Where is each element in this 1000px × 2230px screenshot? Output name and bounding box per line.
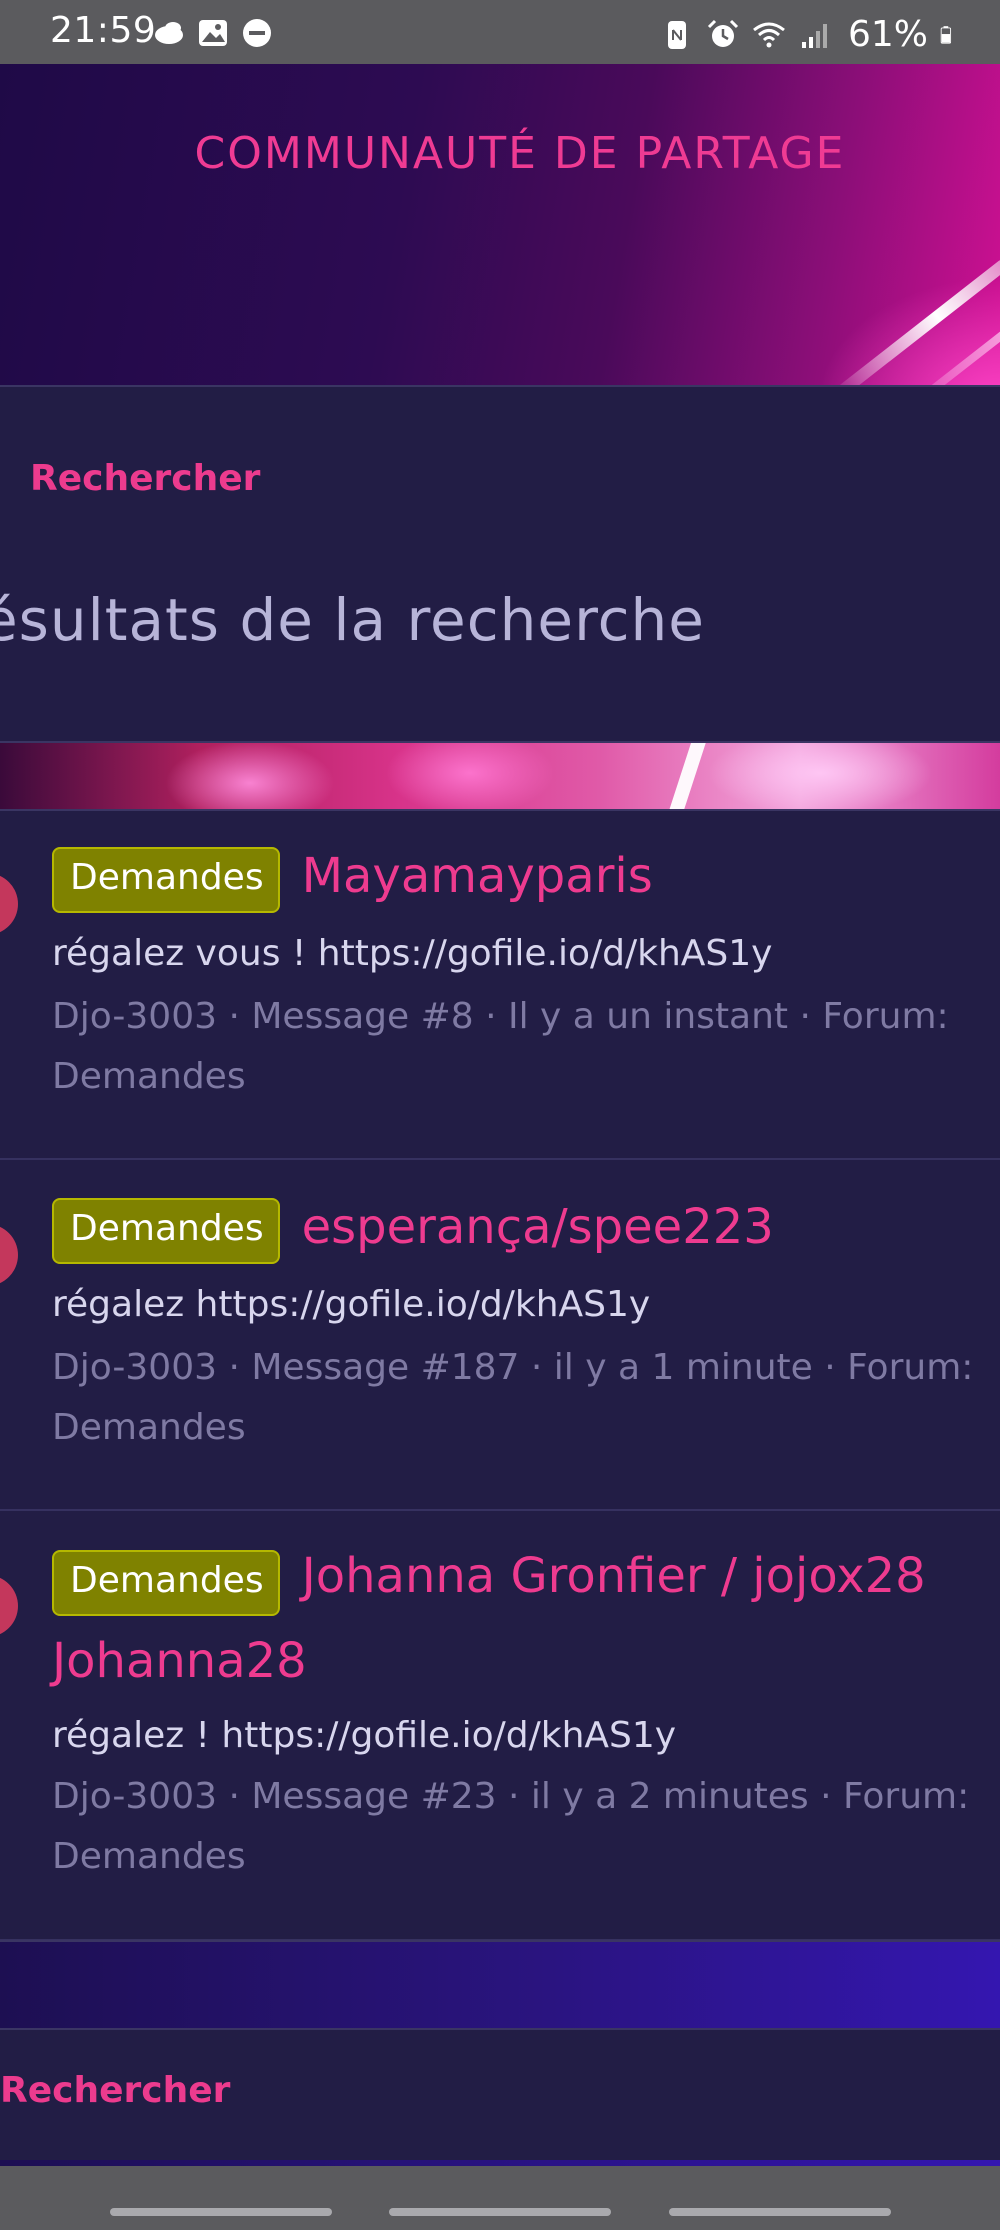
decorative-streak	[829, 257, 1000, 386]
status-time: 21:59	[50, 10, 157, 51]
result-title-continued[interactable]: Johanna28	[52, 1634, 1000, 1688]
decorative-shine	[666, 743, 708, 809]
result-title[interactable]: esperança/spee223	[302, 1200, 774, 1254]
forum-badge[interactable]: Demandes	[52, 847, 280, 913]
result-meta: Djo-3003 · Message #8 · Il y a un instan…	[52, 987, 1000, 1107]
status-bar: 21:59 61%	[0, 0, 1000, 64]
battery-percent: 61%	[847, 14, 928, 55]
header-banner: COMMUNAUTÉ DE PARTAGE	[0, 64, 1000, 386]
result-title[interactable]: Johanna Gronfier / jojox28	[302, 1548, 926, 1604]
signal-icon	[801, 23, 827, 48]
avatar[interactable]	[0, 1575, 18, 1637]
site-title[interactable]: COMMUNAUTÉ DE PARTAGE	[0, 128, 1000, 179]
meta-forum[interactable]: Demandes	[52, 1398, 1000, 1458]
page-title: ésultats de la recherche	[0, 586, 705, 654]
footer-banner	[0, 1940, 1000, 2030]
meta-line: Djo-3003 · Message #8 · Il y a un instan…	[52, 996, 949, 1037]
result-item[interactable]: Demandes esperança/spee223 régalez https…	[0, 1160, 1000, 1511]
result-meta: Djo-3003 · Message #187 · il y a 1 minut…	[52, 1338, 1000, 1458]
nav-home-handle[interactable]	[389, 2208, 611, 2216]
search-link[interactable]: Rechercher	[30, 458, 260, 499]
meta-line: Djo-3003 · Message #23 · il y a 2 minute…	[52, 1776, 970, 1817]
result-title[interactable]: Mayamayparis	[302, 849, 653, 903]
meta-forum[interactable]: Demandes	[52, 1047, 1000, 1107]
image-icon	[199, 20, 227, 46]
result-snippet: régalez ! https://gofile.io/d/khAS1y	[52, 1715, 677, 1756]
forum-badge[interactable]: Demandes	[52, 1550, 280, 1616]
wifi-icon	[753, 22, 785, 47]
result-item[interactable]: Demandes Mayamayparis régalez vous ! htt…	[0, 809, 1000, 1160]
avatar[interactable]	[0, 873, 18, 935]
decorative-banner	[0, 741, 1000, 811]
alarm-icon	[707, 19, 739, 47]
result-meta: Djo-3003 · Message #23 · il y a 2 minute…	[52, 1767, 1000, 1887]
dnd-icon	[243, 19, 271, 47]
meta-forum[interactable]: Demandes	[52, 1827, 1000, 1887]
footer-search-link[interactable]: Rechercher	[0, 2070, 230, 2111]
divider	[0, 385, 1000, 387]
battery-icon	[940, 25, 952, 44]
nfc-icon	[667, 20, 686, 49]
cloud-icon	[155, 22, 183, 44]
decorative-streak	[894, 315, 1000, 386]
nav-recents-handle[interactable]	[669, 2208, 891, 2216]
meta-line: Djo-3003 · Message #187 · il y a 1 minut…	[52, 1347, 974, 1388]
nav-back-handle[interactable]	[110, 2208, 332, 2216]
result-snippet: régalez https://gofile.io/d/khAS1y	[52, 1284, 651, 1325]
result-item[interactable]: Demandes Johanna Gronfier / jojox28 Johan…	[0, 1511, 1000, 1941]
results-list: Demandes Mayamayparis régalez vous ! htt…	[0, 809, 1000, 1941]
avatar[interactable]	[0, 1224, 18, 1286]
forum-badge[interactable]: Demandes	[52, 1198, 280, 1264]
navigation-bar	[0, 2166, 1000, 2230]
result-snippet: régalez vous ! https://gofile.io/d/khAS1…	[52, 933, 773, 974]
